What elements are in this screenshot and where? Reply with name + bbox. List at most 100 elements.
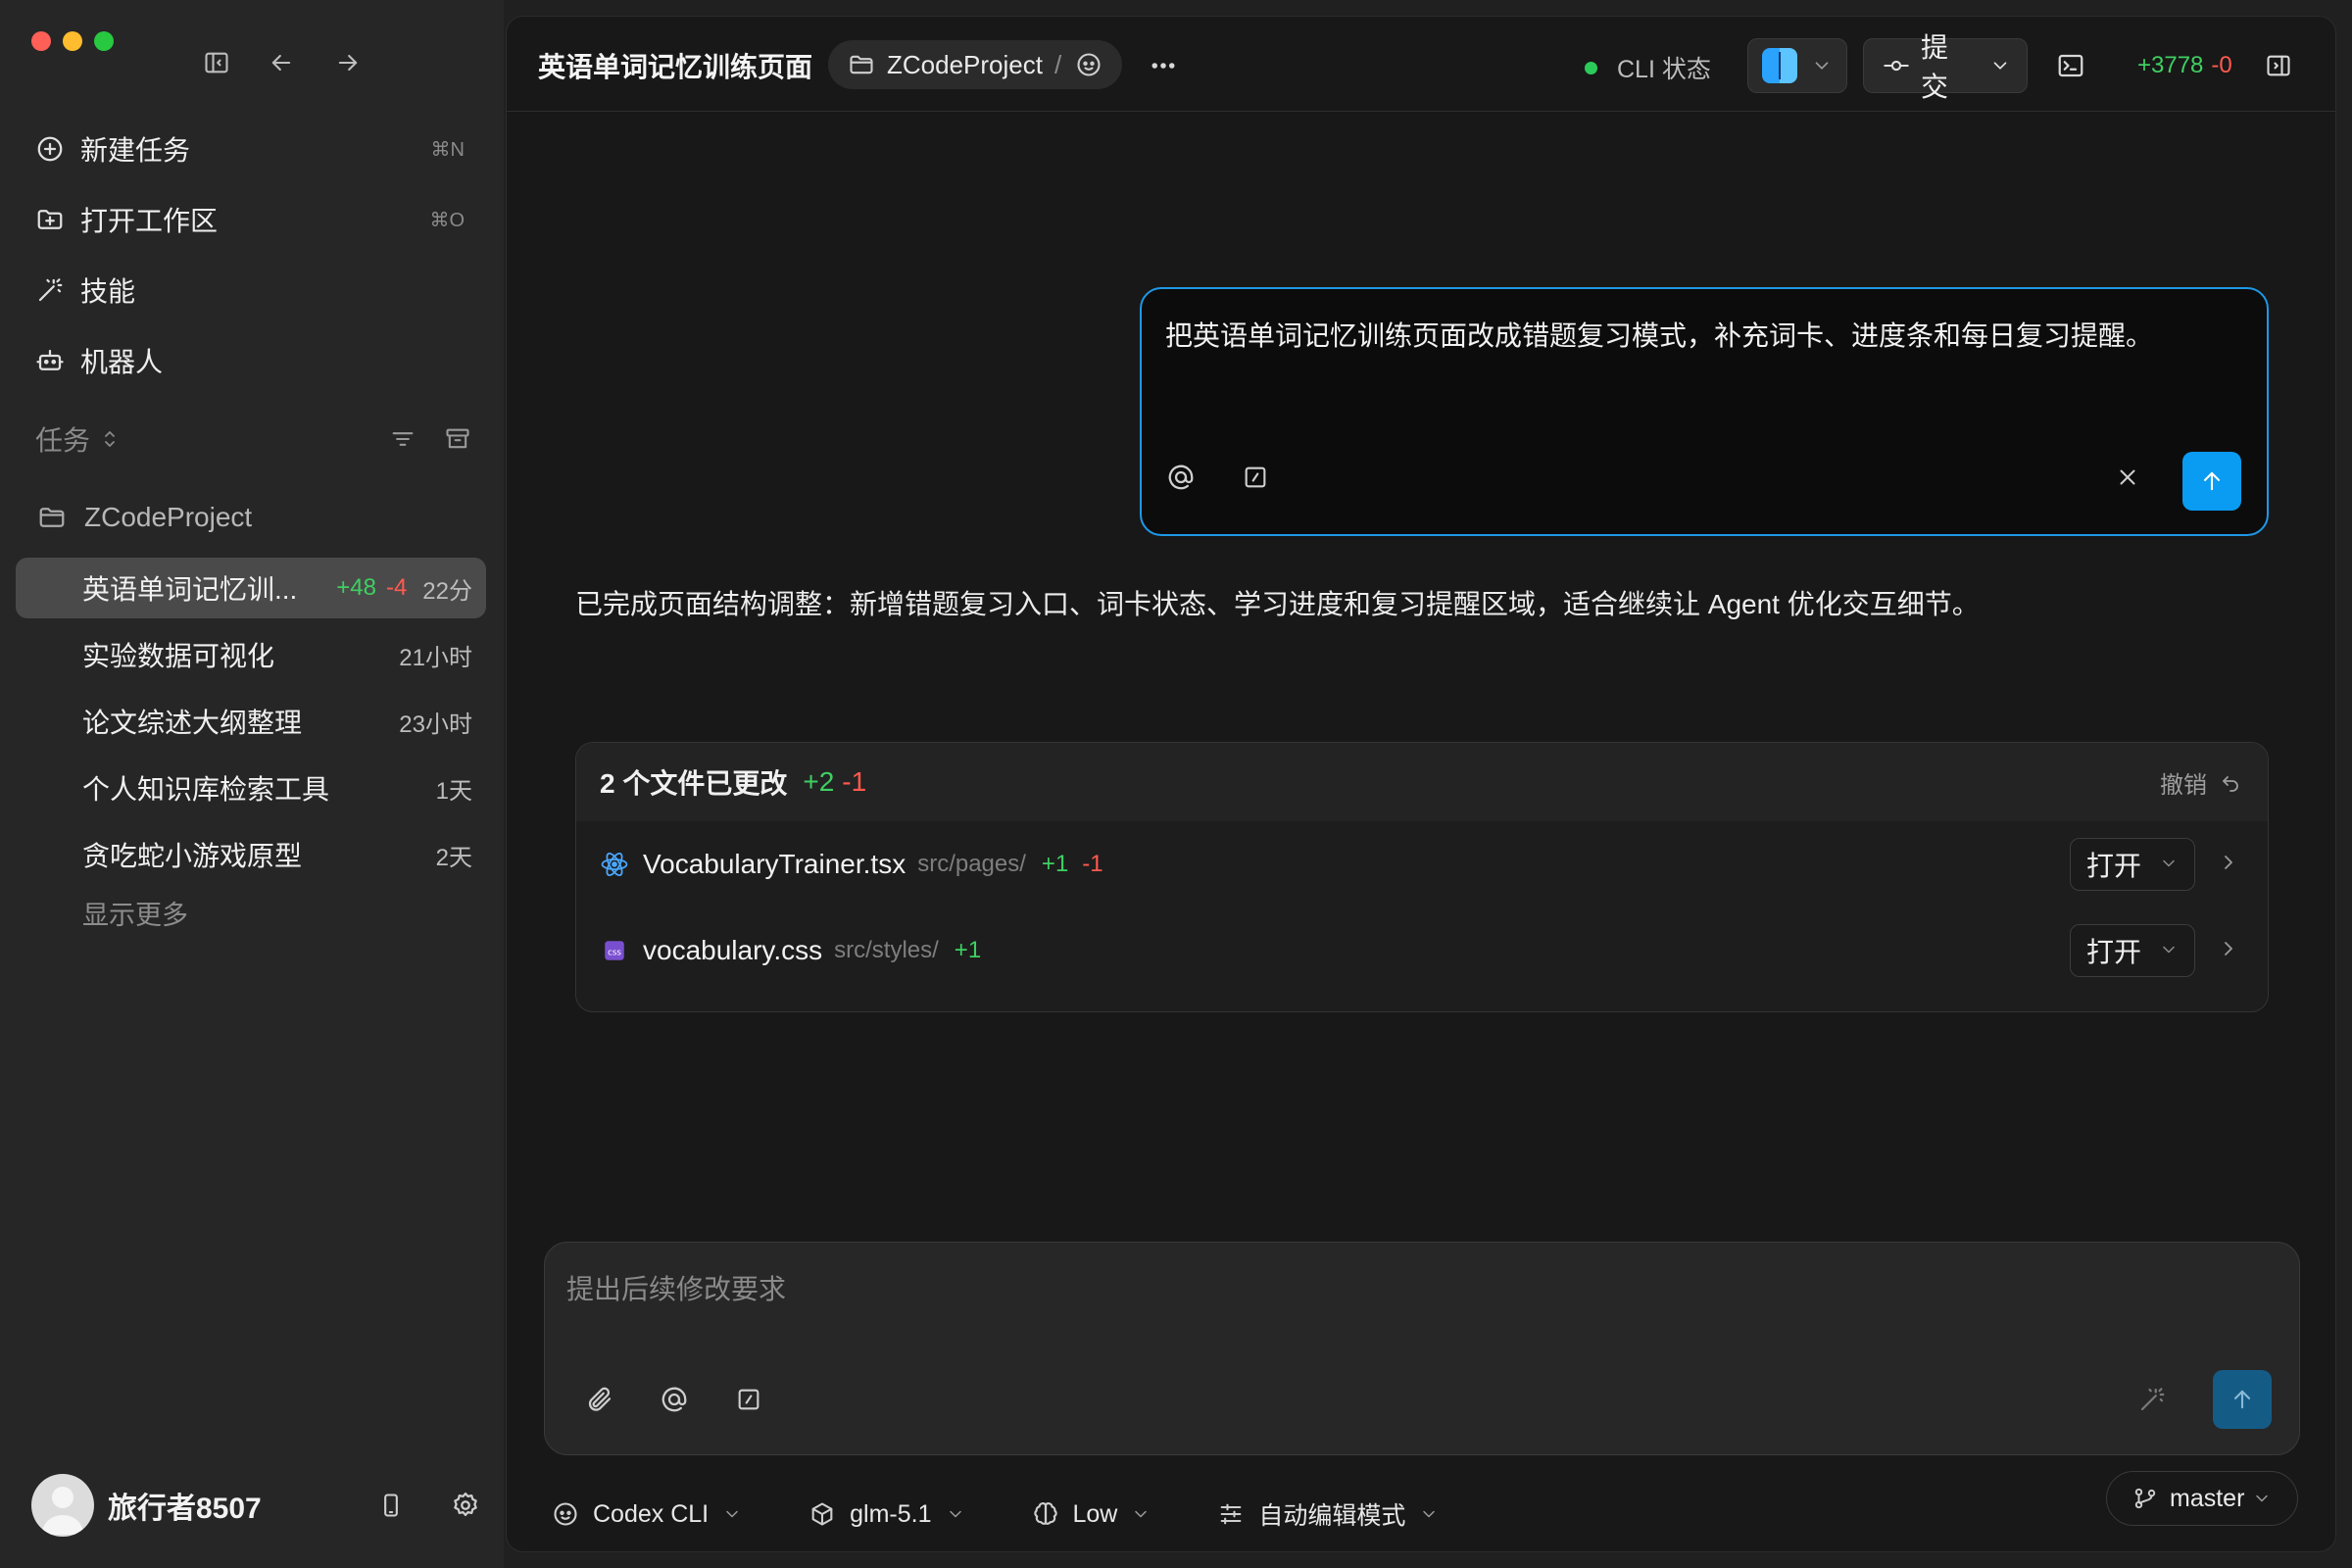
magic-wand-icon[interactable]: [2132, 1380, 2172, 1419]
git-commit-icon: [1882, 51, 1911, 80]
magic-wand-icon: [33, 273, 67, 307]
branch-selector[interactable]: master: [2106, 1471, 2298, 1526]
changed-file-row[interactable]: css vocabulary.css src/styles/ +1 打开: [576, 907, 2268, 994]
composer-options: Codex CLI glm-5.1 Low 自动编辑模式: [550, 1487, 1503, 1542]
open-workspace-item[interactable]: 打开工作区 ⌘O: [33, 194, 474, 245]
undo-button[interactable]: 撤销: [2160, 765, 2244, 800]
archive-icon[interactable]: [441, 422, 474, 456]
collapse-chevron-icon[interactable]: [98, 427, 122, 451]
project-breadcrumb[interactable]: ZCodeProject /: [828, 40, 1123, 89]
css-file-icon: css: [600, 936, 629, 965]
shortcut-hint: ⌘O: [429, 209, 465, 231]
chevron-down-icon: [1419, 1504, 1439, 1524]
changed-files-header: 2 个文件已更改 +2 -1 撤销: [576, 743, 2268, 821]
chevron-down-icon: [2252, 1489, 2272, 1508]
task-title: 个人知识库检索工具: [82, 774, 330, 805]
task-item[interactable]: 论文综述大纲整理 23小时: [16, 691, 486, 752]
task-title: 贪吃蛇小游戏原型: [82, 841, 303, 871]
breadcrumb-separator: /: [1054, 49, 1062, 79]
total-removed-lines: -0: [2211, 52, 2232, 78]
task-time: 2天: [435, 844, 472, 871]
model-selector[interactable]: glm-5.1: [807, 1498, 976, 1530]
send-button[interactable]: [2182, 452, 2241, 511]
task-title: 实验数据可视化: [82, 641, 275, 671]
window-zoom-button[interactable]: [94, 31, 114, 51]
finder-icon: [1762, 48, 1797, 83]
forward-arrow-icon[interactable]: [331, 46, 365, 79]
skills-item[interactable]: 技能: [33, 265, 474, 316]
close-icon[interactable]: [2108, 458, 2147, 497]
right-panel-toggle-icon[interactable]: [2259, 46, 2298, 85]
open-label: 打开: [2086, 851, 2142, 881]
open-file-dropdown[interactable]: 打开: [2070, 924, 2195, 977]
task-added-lines: +48: [336, 574, 376, 601]
task-item[interactable]: 个人知识库检索工具 1天: [16, 758, 486, 818]
more-options-icon[interactable]: [1144, 46, 1183, 85]
edit-mode-selector[interactable]: 自动编辑模式: [1215, 1496, 1450, 1532]
new-task-item[interactable]: 新建任务 ⌘N: [33, 123, 474, 174]
robot-icon: [33, 344, 67, 377]
avatar[interactable]: [31, 1474, 94, 1537]
back-arrow-icon[interactable]: [265, 46, 298, 79]
open-in-finder-dropdown[interactable]: [1747, 38, 1847, 93]
sidebar-toggle-icon[interactable]: [200, 46, 233, 79]
chevron-down-icon: [1131, 1504, 1151, 1524]
agent-face-icon[interactable]: [1073, 49, 1104, 80]
changed-file-row[interactable]: VocabularyTrainer.tsx src/pages/ +1 -1 打…: [576, 821, 2268, 907]
send-button-disabled[interactable]: [2213, 1370, 2272, 1429]
slash-command-icon[interactable]: [1236, 458, 1275, 497]
sidebar: 新建任务 ⌘N 打开工作区 ⌘O 技能 机器人 任务 ZCodeProject …: [0, 0, 504, 1568]
task-item-active[interactable]: 英语单词记忆训... +48 -4 22分: [16, 558, 486, 618]
paperclip-icon[interactable]: [580, 1380, 619, 1419]
brain-icon: [1030, 1498, 1061, 1530]
folder-plus-icon: [33, 203, 67, 236]
changes-added: +2: [803, 766, 835, 797]
nav-label: 技能: [80, 276, 136, 307]
filter-icon[interactable]: [386, 422, 419, 456]
gear-icon[interactable]: [449, 1489, 482, 1522]
status-dot: [1585, 61, 1597, 74]
reasoning-effort-selector[interactable]: Low: [1030, 1498, 1163, 1530]
sliders-icon: [1215, 1498, 1247, 1530]
page-title: 英语单词记忆训练页面: [538, 52, 813, 82]
window-minimize-button[interactable]: [63, 31, 82, 51]
changed-files-title: 2 个文件已更改: [600, 768, 788, 799]
chevron-down-icon: [946, 1504, 965, 1524]
mobile-device-icon[interactable]: [374, 1489, 408, 1522]
file-added-lines: +1: [954, 937, 982, 963]
main-panel: 英语单词记忆训练页面 ZCodeProject / CLI 状态 提交 +377…: [506, 16, 2336, 1552]
chevron-right-icon[interactable]: [2217, 851, 2244, 878]
at-mention-icon[interactable]: [1161, 458, 1200, 497]
open-file-dropdown[interactable]: 打开: [2070, 838, 2195, 891]
task-item[interactable]: 贪吃蛇小游戏原型 2天: [16, 824, 486, 885]
project-folder[interactable]: ZCodeProject: [35, 493, 252, 542]
user-message-editor[interactable]: 把英语单词记忆训练页面改成错题复习模式，补充词卡、进度条和每日复习提醒。: [1140, 287, 2269, 536]
follow-up-input[interactable]: [566, 1266, 2036, 1313]
task-title: 论文综述大纲整理: [82, 708, 303, 738]
folder-icon: [35, 501, 69, 534]
window-close-button[interactable]: [31, 31, 51, 51]
file-path: src/styles/: [834, 937, 939, 963]
chevron-right-icon[interactable]: [2217, 937, 2244, 964]
effort-label: Low: [1072, 1499, 1118, 1528]
branch-label: master: [2170, 1484, 2245, 1512]
nav-label: 新建任务: [80, 135, 191, 166]
file-added-lines: +1: [1041, 851, 1069, 877]
commit-dropdown[interactable]: 提交: [1863, 32, 2028, 102]
cli-status[interactable]: CLI 状态: [1585, 50, 1711, 85]
shortcut-hint: ⌘N: [430, 138, 465, 161]
agent-selector[interactable]: Codex CLI: [550, 1498, 754, 1530]
task-item[interactable]: 实验数据可视化 21小时: [16, 624, 486, 685]
show-more-link[interactable]: 显示更多: [82, 894, 188, 932]
file-name: vocabulary.css: [643, 935, 823, 965]
chevron-down-icon: [1985, 51, 2015, 80]
user-name: 旅行者8507: [108, 1493, 262, 1525]
robot-item[interactable]: 机器人: [33, 335, 474, 386]
terminal-icon[interactable]: [2051, 46, 2090, 85]
task-title: 英语单词记忆训...: [82, 574, 298, 605]
task-time: 1天: [435, 777, 472, 805]
slash-command-icon[interactable]: [729, 1380, 768, 1419]
user-message-text[interactable]: 把英语单词记忆训练页面改成错题复习模式，补充词卡、进度条和每日复习提醒。: [1165, 315, 2153, 354]
at-mention-icon[interactable]: [655, 1380, 694, 1419]
git-branch-icon: [2131, 1484, 2160, 1513]
